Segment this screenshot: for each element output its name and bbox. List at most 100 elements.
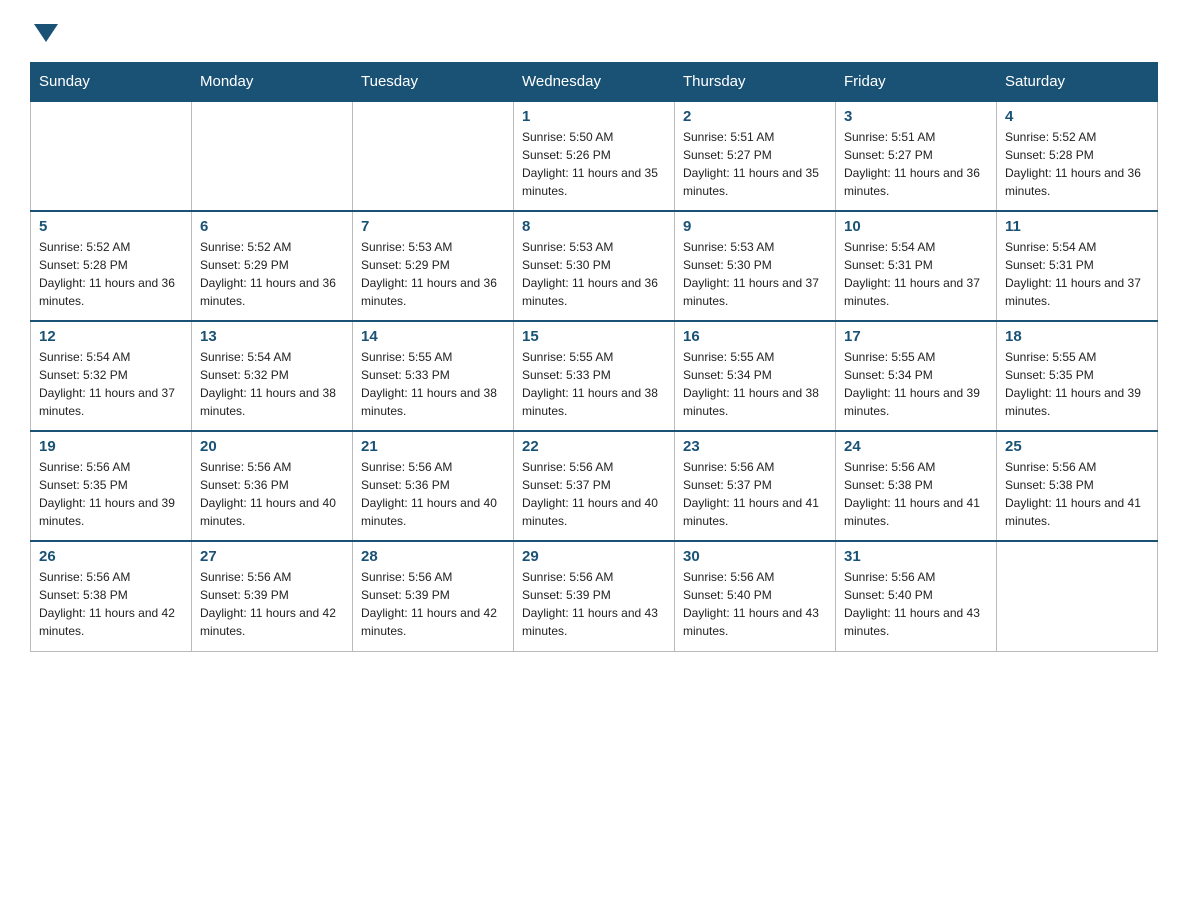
week-row-2: 5 Sunrise: 5:52 AMSunset: 5:28 PMDaylight…	[31, 211, 1158, 321]
calendar-cell: 9 Sunrise: 5:53 AMSunset: 5:30 PMDaylight…	[675, 211, 836, 321]
calendar-cell: 18Sunrise: 5:55 AMSunset: 5:35 PMDayligh…	[997, 321, 1158, 431]
day-info: Sunrise: 5:56 AMSunset: 5:38 PMDaylight:…	[844, 458, 988, 530]
day-number: 9	[683, 218, 827, 235]
week-row-5: 26 Sunrise: 5:56 AMSunset: 5:38 PMDayligh…	[31, 541, 1158, 651]
day-number: 12	[39, 328, 183, 345]
calendar-header: SundayMondayTuesdayWednesdayThursdayFrid…	[31, 63, 1158, 102]
calendar-cell: 28 Sunrise: 5:56 AMSunset: 5:39 PMDayligh…	[353, 541, 514, 651]
day-info: Sunrise: 5:56 AMSunset: 5:36 PMDaylight:…	[361, 458, 505, 530]
day-number: 14	[361, 328, 505, 345]
day-info: Sunrise: 5:56 AMSunset: 5:37 PMDaylight:…	[683, 458, 827, 530]
day-number: 16	[683, 328, 827, 345]
calendar-cell: 3 Sunrise: 5:51 AMSunset: 5:27 PMDaylight…	[836, 101, 997, 211]
calendar-cell: 22 Sunrise: 5:56 AMSunset: 5:37 PMDayligh…	[514, 431, 675, 541]
weekday-header-wednesday: Wednesday	[514, 63, 675, 102]
day-number: 26	[39, 548, 183, 565]
calendar-cell: 4 Sunrise: 5:52 AMSunset: 5:28 PMDaylight…	[997, 101, 1158, 211]
day-info: Sunrise: 5:54 AMSunset: 5:32 PMDaylight:…	[200, 348, 344, 420]
day-number: 10	[844, 218, 988, 235]
day-number: 11	[1005, 218, 1149, 235]
day-number: 30	[683, 548, 827, 565]
day-info: Sunrise: 5:54 AMSunset: 5:31 PMDaylight:…	[844, 238, 988, 310]
calendar-cell: 25Sunrise: 5:56 AMSunset: 5:38 PMDayligh…	[997, 431, 1158, 541]
day-info: Sunrise: 5:52 AMSunset: 5:28 PMDaylight:…	[1005, 128, 1149, 200]
day-number: 2	[683, 108, 827, 125]
calendar-cell: 2 Sunrise: 5:51 AMSunset: 5:27 PMDaylight…	[675, 101, 836, 211]
calendar-cell: 29Sunrise: 5:56 AMSunset: 5:39 PMDayligh…	[514, 541, 675, 651]
day-info: Sunrise: 5:51 AMSunset: 5:27 PMDaylight:…	[844, 128, 988, 200]
calendar-cell: 21 Sunrise: 5:56 AMSunset: 5:36 PMDayligh…	[353, 431, 514, 541]
weekday-header-row: SundayMondayTuesdayWednesdayThursdayFrid…	[31, 63, 1158, 102]
week-row-4: 19Sunrise: 5:56 AMSunset: 5:35 PMDayligh…	[31, 431, 1158, 541]
calendar-cell: 10 Sunrise: 5:54 AMSunset: 5:31 PMDayligh…	[836, 211, 997, 321]
calendar-cell: 19Sunrise: 5:56 AMSunset: 5:35 PMDayligh…	[31, 431, 192, 541]
day-info: Sunrise: 5:54 AMSunset: 5:31 PMDaylight:…	[1005, 238, 1149, 310]
day-info: Sunrise: 5:56 AMSunset: 5:39 PMDaylight:…	[200, 568, 344, 640]
day-info: Sunrise: 5:51 AMSunset: 5:27 PMDaylight:…	[683, 128, 827, 200]
calendar-cell	[353, 101, 514, 211]
day-number: 8	[522, 218, 666, 235]
calendar-cell: 23Sunrise: 5:56 AMSunset: 5:37 PMDayligh…	[675, 431, 836, 541]
day-info: Sunrise: 5:56 AMSunset: 5:40 PMDaylight:…	[683, 568, 827, 640]
day-info: Sunrise: 5:53 AMSunset: 5:30 PMDaylight:…	[522, 238, 666, 310]
day-info: Sunrise: 5:56 AMSunset: 5:37 PMDaylight:…	[522, 458, 666, 530]
calendar-cell: 5 Sunrise: 5:52 AMSunset: 5:28 PMDaylight…	[31, 211, 192, 321]
day-number: 7	[361, 218, 505, 235]
calendar-table: SundayMondayTuesdayWednesdayThursdayFrid…	[30, 62, 1158, 652]
day-info: Sunrise: 5:53 AMSunset: 5:30 PMDaylight:…	[683, 238, 827, 310]
day-number: 15	[522, 328, 666, 345]
calendar-body: 1Sunrise: 5:50 AMSunset: 5:26 PMDaylight…	[31, 101, 1158, 651]
day-number: 19	[39, 438, 183, 455]
page-header	[30, 20, 1158, 42]
day-number: 4	[1005, 108, 1149, 125]
week-row-3: 12 Sunrise: 5:54 AMSunset: 5:32 PMDayligh…	[31, 321, 1158, 431]
day-info: Sunrise: 5:53 AMSunset: 5:29 PMDaylight:…	[361, 238, 505, 310]
day-number: 6	[200, 218, 344, 235]
day-info: Sunrise: 5:55 AMSunset: 5:34 PMDaylight:…	[683, 348, 827, 420]
calendar-cell: 1Sunrise: 5:50 AMSunset: 5:26 PMDaylight…	[514, 101, 675, 211]
day-number: 28	[361, 548, 505, 565]
day-info: Sunrise: 5:56 AMSunset: 5:40 PMDaylight:…	[844, 568, 988, 640]
calendar-cell: 8 Sunrise: 5:53 AMSunset: 5:30 PMDaylight…	[514, 211, 675, 321]
calendar-cell: 30 Sunrise: 5:56 AMSunset: 5:40 PMDayligh…	[675, 541, 836, 651]
weekday-header-sunday: Sunday	[31, 63, 192, 102]
calendar-cell: 26 Sunrise: 5:56 AMSunset: 5:38 PMDayligh…	[31, 541, 192, 651]
day-info: Sunrise: 5:52 AMSunset: 5:28 PMDaylight:…	[39, 238, 183, 310]
day-info: Sunrise: 5:55 AMSunset: 5:33 PMDaylight:…	[522, 348, 666, 420]
weekday-header-monday: Monday	[192, 63, 353, 102]
day-info: Sunrise: 5:56 AMSunset: 5:38 PMDaylight:…	[39, 568, 183, 640]
day-info: Sunrise: 5:56 AMSunset: 5:39 PMDaylight:…	[361, 568, 505, 640]
day-number: 17	[844, 328, 988, 345]
calendar-cell	[31, 101, 192, 211]
logo-arrow-icon	[34, 24, 58, 42]
day-info: Sunrise: 5:54 AMSunset: 5:32 PMDaylight:…	[39, 348, 183, 420]
day-number: 22	[522, 438, 666, 455]
calendar-cell	[997, 541, 1158, 651]
calendar-cell: 31 Sunrise: 5:56 AMSunset: 5:40 PMDayligh…	[836, 541, 997, 651]
calendar-cell: 16 Sunrise: 5:55 AMSunset: 5:34 PMDayligh…	[675, 321, 836, 431]
day-number: 27	[200, 548, 344, 565]
day-info: Sunrise: 5:56 AMSunset: 5:38 PMDaylight:…	[1005, 458, 1149, 530]
calendar-cell: 20Sunrise: 5:56 AMSunset: 5:36 PMDayligh…	[192, 431, 353, 541]
weekday-header-thursday: Thursday	[675, 63, 836, 102]
day-number: 20	[200, 438, 344, 455]
calendar-cell: 13 Sunrise: 5:54 AMSunset: 5:32 PMDayligh…	[192, 321, 353, 431]
calendar-cell: 7 Sunrise: 5:53 AMSunset: 5:29 PMDaylight…	[353, 211, 514, 321]
calendar-cell: 24Sunrise: 5:56 AMSunset: 5:38 PMDayligh…	[836, 431, 997, 541]
day-info: Sunrise: 5:50 AMSunset: 5:26 PMDaylight:…	[522, 128, 666, 200]
day-info: Sunrise: 5:56 AMSunset: 5:39 PMDaylight:…	[522, 568, 666, 640]
calendar-cell: 15 Sunrise: 5:55 AMSunset: 5:33 PMDayligh…	[514, 321, 675, 431]
calendar-cell: 14Sunrise: 5:55 AMSunset: 5:33 PMDayligh…	[353, 321, 514, 431]
day-info: Sunrise: 5:52 AMSunset: 5:29 PMDaylight:…	[200, 238, 344, 310]
day-number: 5	[39, 218, 183, 235]
day-number: 3	[844, 108, 988, 125]
calendar-cell: 12 Sunrise: 5:54 AMSunset: 5:32 PMDayligh…	[31, 321, 192, 431]
weekday-header-friday: Friday	[836, 63, 997, 102]
calendar-cell	[192, 101, 353, 211]
week-row-1: 1Sunrise: 5:50 AMSunset: 5:26 PMDaylight…	[31, 101, 1158, 211]
weekday-header-saturday: Saturday	[997, 63, 1158, 102]
day-number: 31	[844, 548, 988, 565]
day-number: 21	[361, 438, 505, 455]
calendar-cell: 17Sunrise: 5:55 AMSunset: 5:34 PMDayligh…	[836, 321, 997, 431]
day-number: 13	[200, 328, 344, 345]
